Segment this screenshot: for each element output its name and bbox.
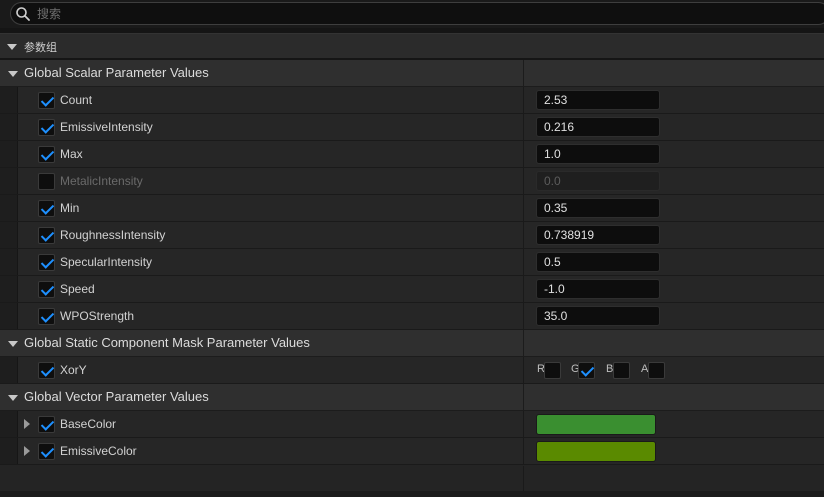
collapse-triangle-icon[interactable] [8, 395, 18, 401]
scalar-param-row: Min 0.35 [0, 195, 824, 222]
column-divider [523, 249, 524, 276]
override-checkbox[interactable] [38, 362, 55, 379]
row-indent [0, 249, 18, 275]
vector-param-row: BaseColor [0, 411, 824, 438]
param-name: Min [60, 201, 80, 215]
param-value-input[interactable]: 1.0 [536, 144, 660, 164]
scalar-param-row: Max 1.0 [0, 141, 824, 168]
override-checkbox[interactable] [38, 92, 55, 109]
column-divider [523, 114, 524, 141]
section-title: Global Static Component Mask Parameter V… [24, 335, 310, 350]
details-panel: Global Scalar Parameter Values Count 2.53 E… [0, 60, 824, 497]
collapse-triangle-icon[interactable] [8, 341, 18, 347]
override-checkbox[interactable] [38, 119, 55, 136]
search-input[interactable] [37, 4, 737, 23]
param-name: EmissiveIntensity [60, 120, 153, 134]
column-divider [523, 195, 524, 222]
override-checkbox[interactable] [38, 173, 55, 190]
collapse-triangle-icon[interactable] [7, 44, 17, 50]
override-checkbox[interactable] [38, 443, 55, 460]
mask-channel-b-checkbox[interactable] [613, 362, 630, 379]
param-name: WPOStrength [60, 309, 135, 323]
color-swatch[interactable] [536, 414, 656, 435]
param-value-input[interactable]: 35.0 [536, 306, 660, 326]
row-indent [0, 276, 18, 302]
override-checkbox[interactable] [38, 308, 55, 325]
column-divider [523, 411, 524, 438]
column-divider [523, 357, 524, 384]
row-indent [0, 438, 18, 464]
scalar-param-row: RoughnessIntensity 0.738919 [0, 222, 824, 249]
scalar-param-row: Speed -1.0 [0, 276, 824, 303]
column-divider [523, 87, 524, 114]
param-name: Speed [60, 282, 95, 296]
section-title: Global Scalar Parameter Values [24, 65, 209, 80]
param-name: XorY [60, 363, 87, 377]
param-name: Max [60, 147, 83, 161]
mask-param-row: XorY R G B A [0, 357, 824, 384]
override-checkbox[interactable] [38, 416, 55, 433]
row-indent [0, 114, 18, 140]
param-value-input[interactable]: 2.53 [536, 90, 660, 110]
column-divider [523, 60, 524, 87]
override-checkbox[interactable] [38, 200, 55, 217]
horizontal-scrollbar[interactable] [0, 491, 824, 497]
search-icon [16, 7, 30, 21]
search-bar [0, 0, 824, 28]
param-value-input[interactable]: 0.738919 [536, 225, 660, 245]
param-value-input[interactable]: -1.0 [536, 279, 660, 299]
mask-channel-a-checkbox[interactable] [648, 362, 665, 379]
override-checkbox[interactable] [38, 227, 55, 244]
param-value-input[interactable]: 0.216 [536, 117, 660, 137]
param-value-input: 0.0 [536, 171, 660, 191]
scalar-param-row: Count 2.53 [0, 87, 824, 114]
param-name: SpecularIntensity [60, 255, 153, 269]
section-header-mask[interactable]: Global Static Component Mask Parameter V… [0, 330, 824, 357]
row-indent [0, 195, 18, 221]
override-checkbox[interactable] [38, 254, 55, 271]
param-name: MetalicIntensity [60, 174, 143, 188]
row-indent [0, 141, 18, 167]
param-value-input[interactable]: 0.5 [536, 252, 660, 272]
override-checkbox[interactable] [38, 281, 55, 298]
collapse-triangle-icon[interactable] [8, 71, 18, 77]
scalar-param-row: WPOStrength 35.0 [0, 303, 824, 330]
column-divider [523, 438, 524, 465]
section-header-vector[interactable]: Global Vector Parameter Values [0, 384, 824, 411]
column-divider [523, 384, 524, 411]
param-name: BaseColor [60, 417, 117, 431]
param-value-input[interactable]: 0.35 [536, 198, 660, 218]
vector-param-row: EmissiveColor [0, 438, 824, 465]
row-indent [0, 168, 18, 194]
scalar-param-row: MetalicIntensity 0.0 [0, 168, 824, 195]
column-divider [523, 222, 524, 249]
mask-channel-g-checkbox[interactable] [578, 362, 595, 379]
row-indent [0, 411, 18, 437]
param-name: RoughnessIntensity [60, 228, 166, 242]
override-checkbox[interactable] [38, 146, 55, 163]
param-name: EmissiveColor [60, 444, 137, 458]
column-divider [523, 168, 524, 195]
row-indent [0, 222, 18, 248]
scalar-param-row: EmissiveIntensity 0.216 [0, 114, 824, 141]
column-divider [523, 303, 524, 330]
row-indent [0, 87, 18, 113]
parameter-group-header[interactable]: 参数组 [0, 33, 824, 58]
color-swatch[interactable] [536, 441, 656, 462]
column-divider [523, 141, 524, 168]
section-header-scalar[interactable]: Global Scalar Parameter Values [0, 60, 824, 87]
expand-arrow-icon[interactable] [24, 419, 30, 429]
mask-channel-r-checkbox[interactable] [544, 362, 561, 379]
section-title: Global Vector Parameter Values [24, 389, 209, 404]
row-indent [0, 303, 18, 329]
param-name: Count [60, 93, 93, 107]
column-divider [523, 330, 524, 357]
expand-arrow-icon[interactable] [24, 446, 30, 456]
row-indent [0, 357, 18, 383]
column-divider [523, 276, 524, 303]
scalar-param-row: SpecularIntensity 0.5 [0, 249, 824, 276]
parameter-group-title: 参数组 [24, 41, 57, 54]
search-box[interactable] [10, 2, 824, 25]
